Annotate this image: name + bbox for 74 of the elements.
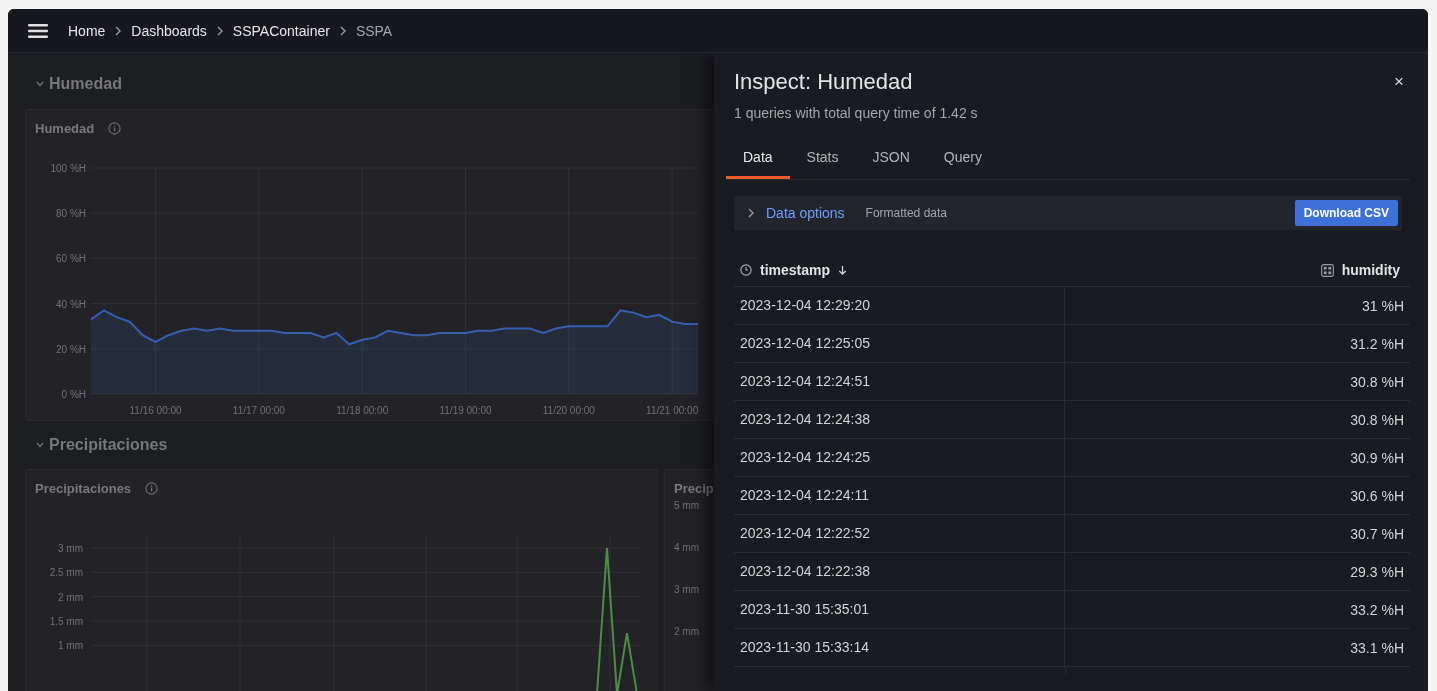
table-cell: 2023-12-04 12:24:25 [734,439,1065,476]
axis-label: 11/17 00:00 [232,405,285,416]
table-cell-text: 33.2 %H [1349,601,1405,618]
axis-label: 3 mm [58,543,83,554]
table-cell-text: 31.2 %H [1349,335,1405,352]
table-cell: 2023-12-04 12:25:05 [734,325,1065,362]
table-cell: 2023-11-30 15:33:14 [734,629,1065,666]
column-header[interactable]: timestamp [760,262,831,278]
axis-label: 2 mm [58,591,83,603]
tab[interactable]: Data [726,139,790,179]
chevron-icon [216,25,223,36]
drawer-title: Inspect: Humedad [734,69,913,95]
table-cell: 2023-12-04 12:24:51 [734,363,1065,400]
axis-label: 1.5 mm [49,616,83,627]
chevron-icon [339,25,346,36]
panel-title: Humedad [35,120,95,136]
breadcrumb-link[interactable]: SSPA [355,22,393,39]
close-button[interactable]: × [1388,72,1410,92]
chevron-icon [115,25,122,36]
table-cell: 2023-11-30 15:35:01 [734,591,1065,628]
table-cell-text: 30.7 %H [1349,525,1405,542]
axis-label: 3 mm [674,583,700,597]
row-title[interactable]: Humedad [49,75,122,93]
table-cell-text: 33.1 %H [1349,639,1405,656]
axis-label: 100 %H [50,163,86,174]
table-cell-text: 29.3 %H [1349,563,1405,580]
axis-label: 11/20 00:00 [542,405,595,416]
query-summary: 1 queries with total query time of 1.42 s [734,105,979,121]
axis-label: 20 %H [56,343,86,355]
axis-label: 80 %H [56,208,86,220]
table-cell-text: 30.8 %H [1349,373,1405,390]
axis-label: 2.5 mm [49,567,83,579]
table-cell: 2023-12-04 12:22:52 [734,515,1065,552]
table-cell-text: 30.9 %H [1349,449,1405,466]
data-options-link[interactable]: Data options [766,205,845,221]
info-icon[interactable] [145,481,159,495]
axis-label: 0 %H [61,389,86,400]
tab[interactable]: Query [926,139,999,179]
chevron-icon[interactable] [748,208,754,218]
table-cell-text: 30.6 %H [1349,487,1405,504]
info-icon[interactable] [108,121,122,135]
grid-icon [1320,263,1334,277]
table-cell: 2023-12-04 12:29:20 [734,287,1065,324]
chevron-icon[interactable] [36,442,44,448]
axis-label: 40 %H [56,298,86,310]
clock-icon [740,264,752,276]
axis-label: 11/21 00:00 [646,405,699,416]
axis-label: 11/19 00:00 [439,405,492,416]
table-cell: 2023-12-04 12:24:38 [734,401,1065,438]
panel-title: Precipitaciones [35,480,132,496]
download-csv-button[interactable]: Download CSV [1294,200,1398,226]
sort-down-icon[interactable] [838,264,848,276]
tab[interactable]: JSON [855,139,927,179]
column-header[interactable]: humidity [1341,262,1400,278]
axis-label: 4 mm [674,541,700,555]
breadcrumb-link[interactable]: Dashboards [131,22,207,39]
table-cell: 2023-12-04 12:22:38 [734,553,1065,590]
table-cell-text: 31 %H [1360,297,1405,314]
tab[interactable]: Stats [789,139,856,179]
axis-label: 1 mm [58,640,83,652]
axis-label: 2 mm [674,625,700,639]
chevron-icon[interactable] [36,81,44,87]
row-title[interactable]: Precipitaciones [49,436,168,454]
axis-label: 11/18 00:00 [336,405,389,416]
table-cell-text: 30.8 %H [1349,411,1405,428]
axis-label: 60 %H [56,253,86,265]
breadcrumb-link[interactable]: SSPAContainer [232,22,330,39]
axis-label: 5 mm [674,499,700,513]
panel-title: Precip [674,480,714,496]
options-hint: Formatted data [865,206,948,220]
menu-icon[interactable] [28,23,48,38]
axis-label: 11/16 00:00 [129,405,182,416]
table-cell: 2023-12-04 12:24:11 [734,477,1065,514]
breadcrumb-link[interactable]: Home [68,22,106,39]
